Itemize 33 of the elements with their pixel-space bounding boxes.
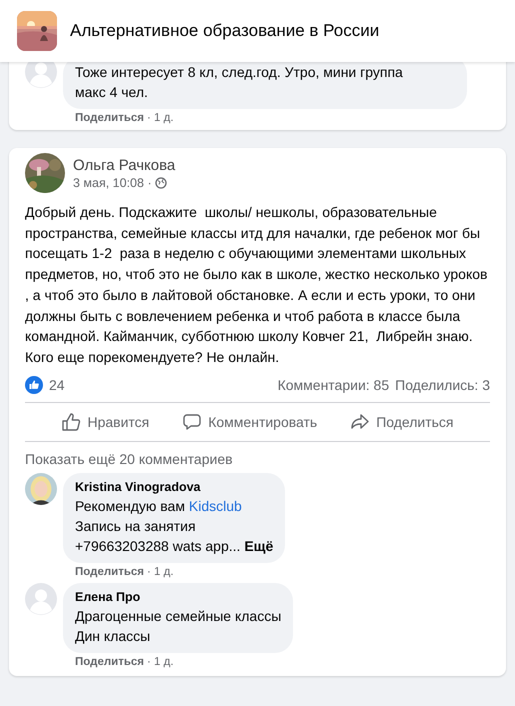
speech-bubble-icon	[182, 412, 202, 432]
like-reaction-icon	[25, 376, 43, 394]
comment-text: Дин классы	[75, 628, 150, 644]
comment-text: Тоже интересует 8 кл, след.год. Утро, мини группа	[75, 63, 404, 82]
comment-time: · 1 д.	[147, 566, 174, 578]
share-link[interactable]: Поделиться	[75, 112, 144, 124]
comment-text: Рекомендую вам	[75, 498, 185, 514]
show-more-comments-link[interactable]: Показать ещё 20 комментариев	[25, 450, 490, 467]
avatar-icon	[25, 582, 57, 615]
share-count[interactable]: Поделились: 3	[395, 376, 490, 393]
post-date[interactable]: 3 мая, 10:08 ·	[73, 176, 152, 190]
kidsclub-link[interactable]: Kidsclub	[188, 498, 242, 514]
thumbs-up-icon	[61, 412, 82, 432]
comment-time: · 1 д.	[147, 112, 174, 124]
like-button[interactable]: Нравится	[57, 406, 154, 437]
comment-text: +79663203288 wats app...	[75, 538, 240, 554]
comment-author[interactable]: Елена Про	[75, 588, 282, 606]
comment-text: Драгоценные семейные классы	[75, 608, 282, 624]
like-count[interactable]: 24	[49, 376, 65, 393]
see-more-link[interactable]: Ещё	[244, 538, 274, 554]
comment-text: Запись на занятия	[75, 518, 196, 534]
comment-author[interactable]: Kristina Vinogradova	[75, 478, 274, 496]
comment-count[interactable]: Комментарии: 85	[278, 376, 390, 393]
comment-text: макс 4 чел.	[75, 83, 149, 102]
post-text: Добрый день. Подскажите школы/ нешколы, образовательные пространства, семейные классы итд для началки, где ребенок мог бы посещать 1-2 раза в неделю с обучающими элементами школьных предметов, но, чтоб это не было как в школе, жестко несколько уроков , а чтоб это было в лайтовой обстановке. А если и есть уроки, то они должны быть с вовлечением ребенка и чтоб работа в классе была командной. Кайманчик, субботнюю школу Ковчег 21, Либрейн знаю. Кого еще порекомендуете? Не онлайн.	[25, 203, 488, 367]
share-button[interactable]: Поделиться	[346, 406, 458, 437]
globe-icon	[154, 177, 167, 189]
group-title[interactable]: Альтернативное образование в России	[70, 21, 380, 41]
share-link[interactable]: Поделиться	[75, 566, 144, 578]
comment-button[interactable]: Комментировать	[178, 406, 322, 437]
share-link[interactable]: Поделиться	[75, 656, 144, 668]
comment-time: · 1 д.	[147, 656, 174, 668]
post-author[interactable]: Ольга Рачкова	[73, 156, 176, 176]
